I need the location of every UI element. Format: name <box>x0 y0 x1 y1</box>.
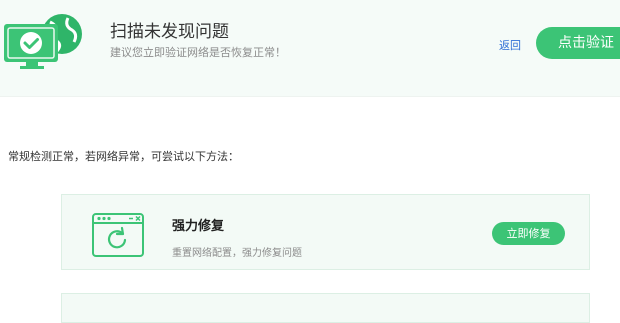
fix-option-description: 重置网络配置，强力修复问题 <box>172 248 302 259</box>
back-link[interactable]: 返回 <box>499 37 521 53</box>
result-subtitle: 建议您立即验证网络是否恢复正常！ <box>110 46 286 59</box>
hint-text: 常规检测正常，若网络异常，可尝试以下方法： <box>8 150 239 163</box>
fix-option-title: 强力修复 <box>172 219 225 234</box>
next-option-card <box>61 293 590 323</box>
result-header: 扫描未发现问题 建议您立即验证网络是否恢复正常！ 返回 点击验证 <box>0 0 620 97</box>
monitor-check-globe-icon <box>4 14 82 69</box>
repair-now-button[interactable]: 立即修复 <box>492 222 565 245</box>
window-refresh-icon <box>92 213 144 257</box>
result-title: 扫描未发现问题 <box>110 22 229 42</box>
fix-option-card: 强力修复 重置网络配置，强力修复问题 立即修复 <box>61 194 590 270</box>
verify-button[interactable]: 点击验证 <box>536 27 620 59</box>
